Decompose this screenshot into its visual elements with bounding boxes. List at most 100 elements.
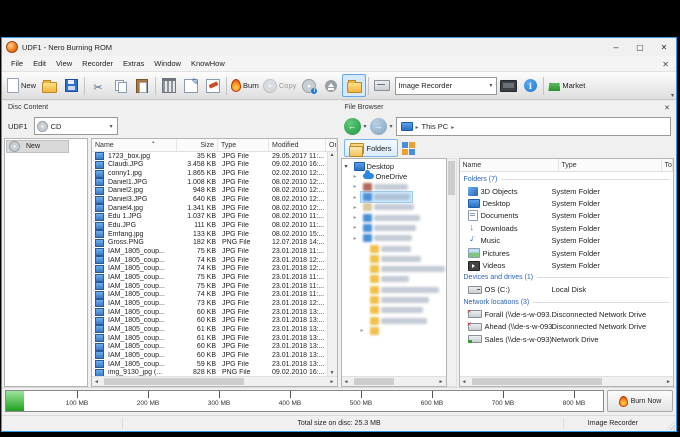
- browser-list-row[interactable]: 3D Objects System Folder: [460, 185, 674, 197]
- tree-item-new[interactable]: New: [6, 140, 70, 153]
- file-row[interactable]: Daniel2.jpg 948 KB JPG File 08.02.2010 1…: [92, 186, 327, 196]
- file-row[interactable]: Gross.PNG 182 KB PNG File 12.07.2018 14:…: [92, 238, 327, 248]
- group-header-devices[interactable]: Devices and drives (1): [460, 272, 674, 284]
- folder-tree-item[interactable]: [342, 264, 446, 274]
- column-header-type[interactable]: Type: [559, 159, 662, 171]
- open-button[interactable]: [38, 75, 60, 96]
- file-row[interactable]: IAM_1805_coup... 74 KB JPG File 23.01.20…: [92, 290, 327, 300]
- scrollbar-thumb[interactable]: [104, 378, 244, 385]
- back-history-chevron-icon[interactable]: ▾: [364, 123, 367, 130]
- back-button[interactable]: ←: [343, 117, 361, 135]
- file-list-vertical-scrollbar[interactable]: ▲ ▼: [326, 152, 337, 376]
- folder-tree-item[interactable]: [342, 233, 446, 243]
- column-header-name[interactable]: Name: [460, 159, 559, 171]
- file-row[interactable]: Edu.JPG 111 KB JPG File 08.02.2010 11:..…: [92, 221, 327, 230]
- browser-list-row[interactable]: Documents System Folder: [460, 210, 674, 222]
- file-row[interactable]: IAM_1805_coup... 61 KB JPG File 23.01.20…: [92, 325, 327, 334]
- file-row[interactable]: IAM_1805_coup... 73 KB JPG File 23.01.20…: [92, 299, 327, 308]
- forward-history-chevron-icon[interactable]: ▾: [390, 123, 393, 130]
- paste-button[interactable]: [131, 75, 153, 96]
- browser-list-row[interactable]: Music System Folder: [460, 235, 674, 247]
- column-header-type[interactable]: Type: [218, 139, 269, 151]
- scrollbar-thumb[interactable]: [353, 378, 394, 385]
- browser-list-row[interactable]: Pictures System Folder: [460, 247, 674, 259]
- menu-item[interactable]: Extras: [118, 59, 149, 68]
- browser-list-row[interactable]: Forall (\\de-s-w-093.n... Disconnected N…: [460, 308, 674, 320]
- folder-tree-item[interactable]: [342, 212, 446, 222]
- folder-tree-item[interactable]: [342, 326, 446, 336]
- group-header-folders[interactable]: Folders (7): [460, 173, 674, 185]
- resize-grip[interactable]: [666, 421, 675, 430]
- folder-tree-item[interactable]: [342, 274, 446, 284]
- cut-button[interactable]: [87, 75, 109, 96]
- library-button[interactable]: [158, 75, 180, 96]
- burn-now-button[interactable]: Burn Now: [607, 390, 673, 412]
- document-close-icon[interactable]: [662, 60, 672, 69]
- tree-vertical-scrollbar[interactable]: [446, 158, 457, 387]
- tree-expander-icon[interactable]: [354, 214, 361, 221]
- toolbar-overflow-icon[interactable]: ▾: [671, 92, 674, 99]
- folder-tree-item[interactable]: [342, 285, 446, 295]
- scroll-left-icon[interactable]: ◄: [342, 379, 351, 385]
- menu-item[interactable]: File: [6, 59, 28, 68]
- scrollbar-thumb[interactable]: [447, 161, 455, 195]
- column-header-total-size[interactable]: Total Size: [662, 159, 673, 171]
- edit-button[interactable]: [180, 75, 202, 96]
- close-button[interactable]: [652, 39, 676, 55]
- column-header-modified[interactable]: Modified: [269, 139, 326, 151]
- file-row[interactable]: 1723_box.jpg 35 KB JPG File 29.05.2017 1…: [92, 152, 327, 161]
- file-row[interactable]: IAM_1805_coup... 75 KB JPG File 23.01.20…: [92, 273, 327, 282]
- recorder-device-button[interactable]: [371, 75, 393, 96]
- file-row[interactable]: Daniel3.JPG 640 KB JPG File 08.02.2010 1…: [92, 195, 327, 204]
- browser-list-row[interactable]: Downloads System Folder: [460, 222, 674, 234]
- tree-horizontal-scrollbar[interactable]: ◄ ►: [341, 376, 446, 386]
- column-header-origin[interactable]: Origin: [326, 139, 337, 151]
- folders-toggle-button[interactable]: Folders: [343, 139, 398, 157]
- display-info-button[interactable]: [497, 75, 519, 96]
- file-row[interactable]: IAM_1805_coup... 60 KB JPG File 23.01.20…: [92, 351, 327, 360]
- tree-expander-icon[interactable]: [354, 173, 361, 180]
- tree-expander-icon[interactable]: [345, 163, 352, 170]
- scroll-up-icon[interactable]: ▲: [328, 152, 337, 158]
- folder-tree-item[interactable]: [342, 190, 446, 204]
- folder-tree-item[interactable]: Desktop: [342, 161, 446, 171]
- file-row[interactable]: Daniel4.jpg 1.341 KB JPG File 08.02.2010…: [92, 204, 327, 213]
- eject-button[interactable]: [320, 75, 342, 96]
- file-row[interactable]: IAM_1805_coup... 74 KB JPG File 23.01.20…: [92, 256, 327, 265]
- save-button[interactable]: [60, 75, 82, 96]
- folder-tree-item[interactable]: OneDrive: [342, 170, 446, 181]
- file-row[interactable]: IAM_1805_coup... 61 KB JPG File 23.01.20…: [92, 334, 327, 343]
- browser-list-horizontal-scrollbar[interactable]: ◄ ►: [459, 376, 673, 386]
- tree-expander-icon[interactable]: [354, 194, 361, 201]
- browser-list-row[interactable]: Desktop System Folder: [460, 197, 674, 209]
- tree-expander-icon[interactable]: [354, 204, 361, 211]
- file-row[interactable]: IAM_1805_coup... 60 KB JPG File 23.01.20…: [92, 308, 327, 317]
- forward-button[interactable]: →: [369, 117, 387, 135]
- folder-tree-item[interactable]: [342, 295, 446, 305]
- column-header-name[interactable]: Name: [92, 139, 177, 151]
- file-row[interactable]: Claudi.JPG 3.458 KB JPG File 09.02.2010 …: [92, 160, 327, 170]
- file-row[interactable]: IAM_1805_coup... 74 KB JPG File 23.01.20…: [92, 264, 327, 274]
- menu-item[interactable]: Window: [149, 59, 186, 68]
- folder-tree-item[interactable]: [342, 315, 446, 325]
- file-list-horizontal-scrollbar[interactable]: ◄ ►: [92, 376, 337, 386]
- file-row[interactable]: IAM_1805_coup... 59 KB JPG File 23.01.20…: [92, 360, 327, 369]
- file-row[interactable]: IAM_1805_coup... 60 KB JPG File 23.01.20…: [92, 342, 327, 351]
- scroll-right-icon[interactable]: ►: [664, 379, 673, 385]
- browser-list-row[interactable]: Sales (\\de-s-w-093) (Z:) Network Drive: [460, 333, 674, 345]
- folder-tree-item[interactable]: [342, 305, 446, 315]
- breadcrumb[interactable]: This PC: [395, 116, 671, 136]
- browser-list-row[interactable]: OS (C:) Local Disk: [460, 284, 674, 296]
- folder-tree-item[interactable]: [342, 243, 446, 253]
- market-button[interactable]: Market: [546, 75, 587, 96]
- scroll-left-icon[interactable]: ◄: [460, 379, 469, 385]
- file-row[interactable]: IAM_1805_coup... 60 KB JPG File 23.01.20…: [92, 316, 327, 325]
- file-row[interactable]: Daniel1.JPG 1.008 KB JPG File 08.02.2010…: [92, 178, 327, 187]
- file-row[interactable]: conny1.jpg 1.865 KB JPG File 02.02.2010 …: [92, 169, 327, 178]
- maximize-button[interactable]: [628, 39, 652, 55]
- copy-button[interactable]: [109, 75, 131, 96]
- tree-expander-icon[interactable]: [354, 235, 361, 242]
- file-row[interactable]: img_9130_jpg (... 828 KB PNG File 09.02.…: [92, 368, 327, 376]
- disc-info-button[interactable]: [298, 75, 320, 96]
- menu-item[interactable]: View: [51, 59, 77, 68]
